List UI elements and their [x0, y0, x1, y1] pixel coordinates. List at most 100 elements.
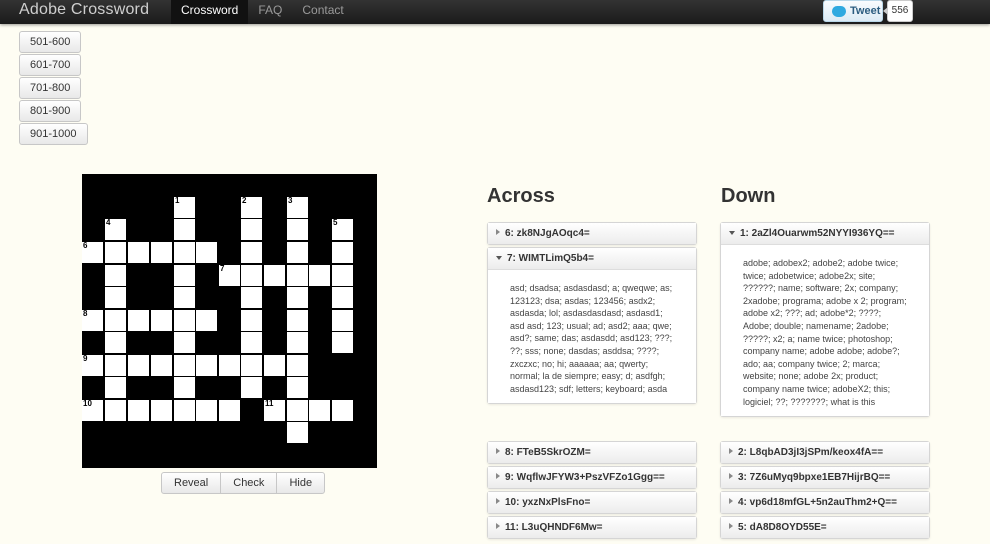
grid-cell[interactable] [196, 355, 217, 376]
grid-cell[interactable] [151, 310, 172, 331]
grid-cell[interactable]: 4 [105, 218, 126, 240]
grid-cell[interactable] [174, 310, 195, 331]
grid-cell[interactable] [105, 377, 126, 398]
grid-cell[interactable] [174, 287, 195, 308]
clue-header[interactable]: 8: FTeB5SkrOZM= [488, 442, 696, 463]
clue-header[interactable]: 4: vp6d18mfGL+5n2auThm2+Q== [721, 492, 929, 513]
grid-cell[interactable]: 7 [219, 264, 240, 286]
grid-cell[interactable] [241, 355, 262, 376]
grid-cell[interactable] [174, 265, 195, 286]
nav-crossword[interactable]: Crossword [171, 0, 249, 24]
grid-cell[interactable] [128, 310, 149, 331]
grid-cell[interactable] [105, 355, 126, 376]
grid-cell[interactable]: 8 [82, 309, 103, 331]
range-button[interactable]: 901-1000 [19, 123, 88, 145]
clue-number: 6 [83, 241, 88, 250]
reveal-button[interactable]: Reveal [161, 472, 222, 494]
grid-cell[interactable] [105, 310, 126, 331]
grid-cell[interactable]: 1 [174, 196, 195, 218]
grid-cell[interactable] [264, 265, 285, 286]
grid-cell[interactable] [196, 400, 217, 421]
grid-cell[interactable]: 2 [241, 196, 262, 218]
grid-cell[interactable]: 11 [264, 399, 285, 421]
grid-cell[interactable] [105, 400, 126, 421]
caret-right-icon [729, 473, 733, 479]
grid-cell[interactable] [174, 355, 195, 376]
grid-cell[interactable] [287, 287, 308, 308]
grid-cell[interactable] [151, 400, 172, 421]
grid-cell[interactable] [241, 219, 262, 240]
across-clue: 11: L3uQHNDF6Mw= [487, 516, 697, 539]
clue-header[interactable]: 3: 7Z6uMyq9bpxe1EB7HijrBQ== [721, 467, 929, 488]
grid-cell[interactable] [287, 355, 308, 376]
grid-cell[interactable] [128, 400, 149, 421]
clue-header[interactable]: 2: L8qbAD3jI3jSPm/keox4fA== [721, 442, 929, 463]
grid-cell[interactable]: 9 [82, 354, 103, 376]
grid-cell[interactable] [174, 400, 195, 421]
grid-cell[interactable] [196, 310, 217, 331]
grid-cell[interactable] [241, 377, 262, 398]
hide-button[interactable]: Hide [276, 472, 326, 494]
tweet-button[interactable]: Tweet [823, 0, 883, 22]
grid-cell[interactable] [287, 422, 308, 443]
caret-right-icon [729, 448, 733, 454]
nav-faq[interactable]: FAQ [248, 0, 292, 24]
grid-cell[interactable] [174, 219, 195, 240]
range-button[interactable]: 801-900 [19, 100, 82, 122]
grid-cell[interactable] [241, 332, 262, 353]
clue-header[interactable]: 10: yxzNxPlsFno= [488, 492, 696, 513]
grid-cell[interactable] [196, 242, 217, 263]
grid-cell[interactable] [287, 377, 308, 398]
grid-cell[interactable] [219, 400, 240, 421]
grid-cell[interactable] [174, 242, 195, 263]
range-button[interactable]: 701-800 [19, 77, 82, 99]
clue-header[interactable]: 6: zk8NJgAOqc4= [488, 223, 696, 244]
brand-logo[interactable]: Adobe Crossword [19, 1, 149, 19]
grid-cell[interactable] [219, 355, 240, 376]
grid-cell[interactable] [128, 355, 149, 376]
grid-cell[interactable] [287, 400, 308, 421]
grid-cell[interactable] [287, 332, 308, 353]
grid-cell[interactable] [309, 265, 330, 286]
grid-cell[interactable] [174, 332, 195, 353]
check-button[interactable]: Check [220, 472, 278, 494]
range-button[interactable]: 501-600 [19, 31, 82, 53]
grid-cell[interactable] [287, 310, 308, 331]
grid-cell[interactable]: 10 [82, 399, 103, 421]
grid-cell[interactable] [105, 265, 126, 286]
grid-cell[interactable] [332, 242, 353, 263]
grid-cell[interactable] [309, 400, 330, 421]
grid-cell[interactable] [241, 310, 262, 331]
clue-header[interactable]: 11: L3uQHNDF6Mw= [488, 517, 696, 538]
grid-cell[interactable] [287, 242, 308, 263]
clue-header[interactable]: 5: dA8D8OYD55E= [721, 517, 929, 538]
clue-header[interactable]: 9: WqflwJFYW3+PszVFZo1Ggg== [488, 467, 696, 488]
grid-cell[interactable] [287, 219, 308, 240]
grid-cell[interactable] [174, 377, 195, 398]
grid-cell[interactable] [332, 400, 353, 421]
grid-cell[interactable] [241, 265, 262, 286]
grid-cell[interactable] [332, 287, 353, 308]
grid-cell[interactable] [332, 265, 353, 286]
grid-cell[interactable] [105, 287, 126, 308]
grid-cell[interactable] [264, 355, 285, 376]
grid-cell[interactable] [128, 242, 149, 263]
grid-cell[interactable]: 3 [287, 196, 308, 218]
nav-contact[interactable]: Contact [292, 0, 353, 24]
grid-cell[interactable] [241, 242, 262, 263]
grid-cell[interactable] [151, 242, 172, 263]
grid-cell[interactable] [332, 310, 353, 331]
clue-answers: asd; dsadsa; asdasdasd; a; qweqwe; as; 1… [488, 269, 696, 404]
clue-header[interactable]: 1: 2aZl4Ouarwm52NYYI936YQ== [721, 223, 929, 244]
grid-cell[interactable] [332, 332, 353, 353]
clue-header[interactable]: 7: WIMTLimQ5b4= [488, 248, 696, 269]
grid-cell[interactable]: 6 [82, 241, 103, 263]
range-button[interactable]: 601-700 [19, 54, 82, 76]
grid-cell[interactable] [105, 332, 126, 353]
grid-cell[interactable]: 5 [332, 218, 353, 240]
grid-cell[interactable] [287, 265, 308, 286]
grid-cell[interactable] [105, 242, 126, 263]
grid-cell[interactable] [241, 287, 262, 308]
grid-cell[interactable] [151, 355, 172, 376]
clue-number: 3 [288, 196, 293, 205]
